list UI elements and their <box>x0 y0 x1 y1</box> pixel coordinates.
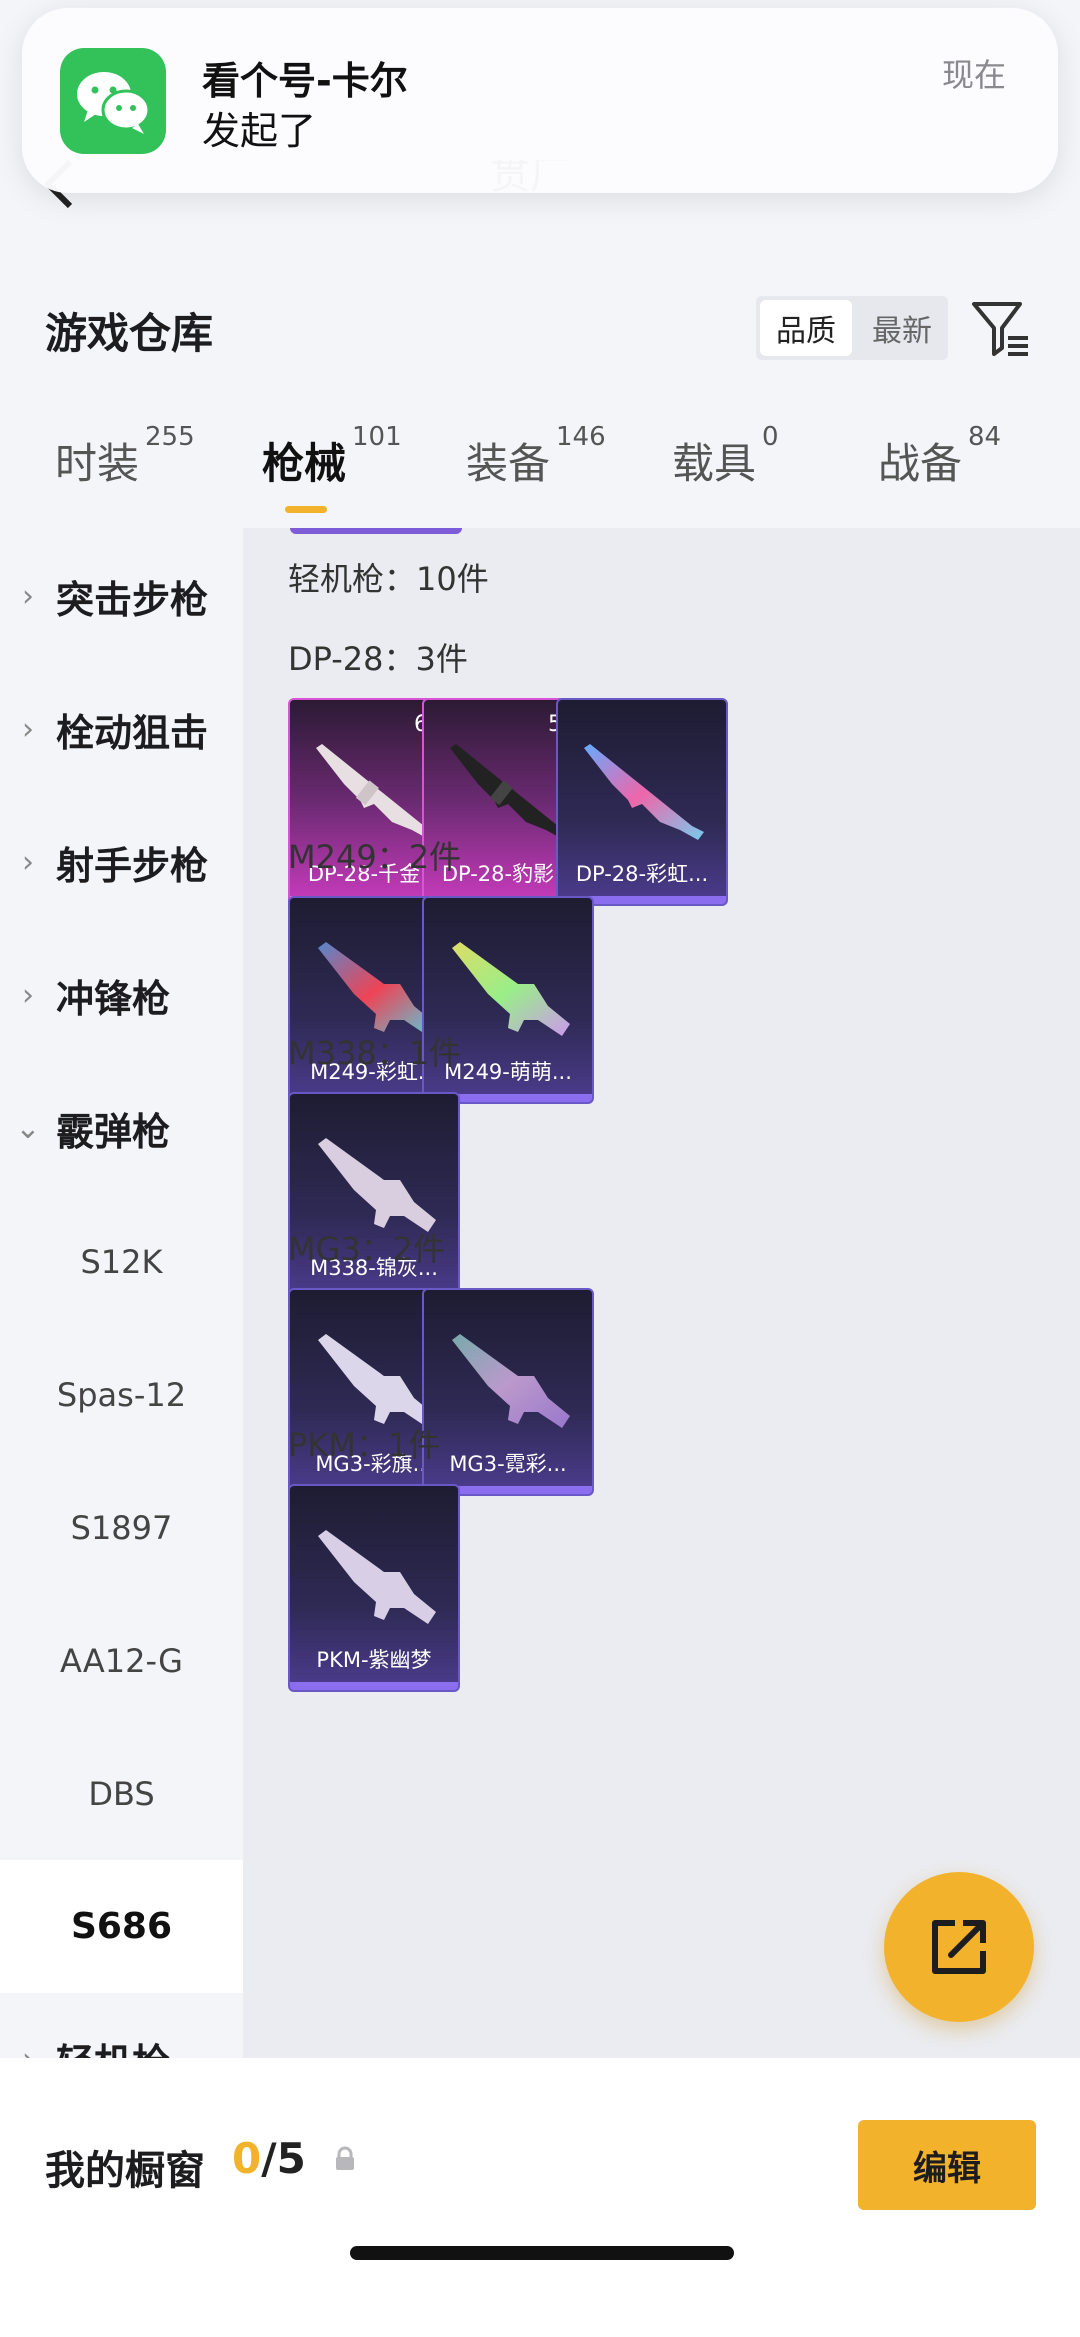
sidebar-sub-item[interactable]: AA12-G <box>0 1594 243 1727</box>
previous-card-edge <box>290 528 462 534</box>
weapon-name: MG3-霓彩... <box>449 1452 567 1476</box>
sort-option-quality[interactable]: 品质 <box>760 300 852 356</box>
share-button[interactable] <box>884 1872 1034 2022</box>
tab-supplies[interactable]: 战备84 <box>878 422 1001 491</box>
tab-fashion[interactable]: 时装255 <box>55 422 195 491</box>
weapon-category-sidebar: › 突击步枪 › 栓动狙击 › 射手步枪 › 冲锋枪 ⌄ 霰弹枪 S12K Sp… <box>0 528 243 2058</box>
sort-toggle: 品质 最新 <box>756 296 948 360</box>
notification-banner[interactable]: 看个号-卡尔 发起了 现在 <box>22 8 1058 193</box>
chevron-right-icon: › <box>22 579 34 614</box>
group-label: M249：2件 <box>288 838 462 876</box>
sidebar-item-smg[interactable]: › 冲锋枪 <box>0 929 243 1062</box>
weapon-card[interactable]: PKM-紫幽梦 <box>288 1484 460 1692</box>
sidebar-sub-item[interactable]: S1897 <box>0 1461 243 1594</box>
sidebar-item-assault-rifle[interactable]: › 突击步枪 <box>0 530 243 663</box>
category-tabs: 时装255 枪械101 装备146 载具0 战备84 <box>0 422 1080 520</box>
filter-icon[interactable] <box>968 296 1034 362</box>
machine-gun-icon <box>318 1530 436 1624</box>
page-title: 游戏仓库 <box>45 309 214 358</box>
notification-title: 看个号-卡尔 <box>202 59 408 103</box>
chevron-right-icon: › <box>22 845 34 880</box>
sidebar-sub-item-selected[interactable]: S686 <box>0 1860 243 1993</box>
weapon-name: DP-28-彩虹... <box>575 862 709 886</box>
edit-button[interactable]: 编辑 <box>858 2120 1036 2210</box>
notification-body: 发起了 <box>202 109 317 153</box>
notification-time: 现在 <box>941 56 1006 94</box>
sidebar-item-marksman-rifle[interactable]: › 射手步枪 <box>0 796 243 929</box>
wechat-icon <box>60 48 166 154</box>
group-label: PKM：1件 <box>288 1426 441 1464</box>
group-label: M338：1件 <box>288 1034 462 1072</box>
group-label: MG3：2件 <box>288 1230 446 1268</box>
weapon-card[interactable]: MG3-霓彩... <box>422 1288 594 1496</box>
section-label: 轻机枪：10件 <box>288 560 489 598</box>
share-export-icon <box>932 1920 986 1974</box>
sidebar-sub-item[interactable]: Spas-12 <box>0 1328 243 1461</box>
sidebar-sub-item[interactable]: DBS <box>0 1727 243 1860</box>
weapon-card[interactable]: DP-28-彩虹... <box>556 698 728 906</box>
group-label: DP-28：3件 <box>288 640 468 678</box>
active-tab-indicator <box>285 506 327 513</box>
chevron-right-icon: › <box>22 712 34 747</box>
rarity-strip <box>290 1682 458 1690</box>
chevron-right-icon: › <box>22 978 34 1013</box>
showcase-bar: 我的橱窗 0/5 编辑 <box>0 2058 1080 2337</box>
weapon-name: PKM-紫幽梦 <box>316 1648 432 1672</box>
showcase-label: 我的橱窗 <box>45 2148 205 2194</box>
tab-vehicles[interactable]: 载具0 <box>672 422 779 491</box>
sidebar-sub-item[interactable]: S12K <box>0 1195 243 1328</box>
rifle-icon <box>584 744 704 840</box>
tab-equipment[interactable]: 装备146 <box>466 422 606 491</box>
machine-gun-icon <box>452 1334 570 1428</box>
weapon-list: 轻机枪：10件 DP-28：3件 6级 DP-28-千金... 5级 DP-28… <box>243 528 1080 2058</box>
sidebar-item-shotgun[interactable]: ⌄ 霰弹枪 <box>0 1062 243 1195</box>
showcase-count: 0/5 <box>232 2134 306 2183</box>
chevron-down-icon: ⌄ <box>15 1111 41 1146</box>
sidebar-item-lmg[interactable]: › 轻机枪 <box>0 1993 243 2058</box>
home-indicator[interactable] <box>350 2246 734 2260</box>
chevron-right-icon: › <box>0 2042 56 2058</box>
sort-option-newest[interactable]: 最新 <box>856 296 948 360</box>
tab-firearms[interactable]: 枪械101 <box>262 422 402 491</box>
lock-icon <box>336 2146 354 2170</box>
sidebar-item-bolt-sniper[interactable]: › 栓动狙击 <box>0 663 243 796</box>
